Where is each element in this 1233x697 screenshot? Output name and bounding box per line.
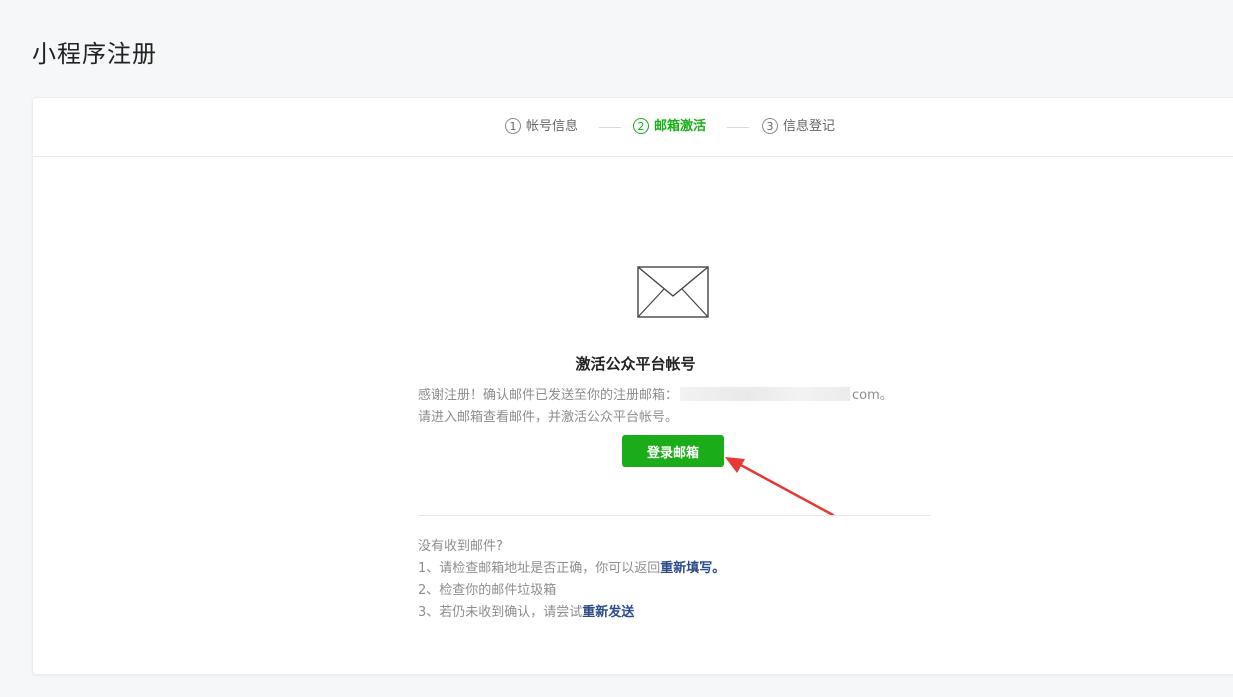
help-item-3-text: 3、若仍未收到确认，请尝试	[418, 605, 583, 620]
email-suffix: com。	[852, 388, 893, 403]
step-label: 邮箱激活	[654, 119, 707, 134]
refill-link[interactable]: 重新填写。	[660, 561, 725, 576]
help-item-1-text: 1、请检查邮箱地址是否正确，你可以返回	[418, 561, 661, 576]
page-title: 小程序注册	[32, 40, 157, 68]
login-mailbox-button[interactable]: 登录邮箱	[622, 435, 724, 467]
step-label: 帐号信息	[526, 119, 579, 134]
registration-card: 1 帐号信息 2 邮箱激活 3 信息登记 激活公众平台帐号 感谢注册！确认邮件已发送至…	[32, 97, 1233, 675]
step-info-registration: 3 信息登记	[762, 118, 835, 136]
envelope-icon	[637, 266, 709, 318]
email-sent-line: 感谢注册！确认邮件已发送至你的注册邮箱： com。	[418, 385, 958, 407]
step-label: 信息登记	[783, 119, 836, 134]
email-sent-text: 感谢注册！确认邮件已发送至你的注册邮箱：	[418, 388, 679, 403]
resend-link[interactable]: 重新发送	[582, 605, 634, 620]
step-progress: 1 帐号信息 2 邮箱激活 3 信息登记	[33, 98, 1233, 157]
step-account-info: 1 帐号信息	[505, 118, 578, 136]
help-title: 没有收到邮件?	[418, 539, 503, 554]
activation-description: 感谢注册！确认邮件已发送至你的注册邮箱： com。 请进入邮箱查看邮件，并激活公众…	[418, 385, 958, 429]
help-item-3: 3、若仍未收到确认，请尝试重新发送	[418, 602, 725, 624]
step-number: 2	[633, 118, 649, 134]
step-connector	[727, 127, 749, 128]
activation-instruction: 请进入邮箱查看邮件，并激活公众平台帐号。	[418, 410, 679, 425]
activation-headline: 激活公众平台帐号	[575, 355, 696, 373]
step-number: 1	[505, 118, 521, 134]
section-divider	[418, 515, 930, 516]
help-section: 没有收到邮件? 1、请检查邮箱地址是否正确，你可以返回重新填写。 2、检查你的邮…	[418, 536, 725, 624]
step-number: 3	[762, 118, 778, 134]
step-connector	[599, 127, 621, 128]
step-email-activation: 2 邮箱激活	[633, 118, 706, 136]
help-item-1: 1、请检查邮箱地址是否正确，你可以返回重新填写。	[418, 558, 725, 580]
masked-email	[680, 387, 851, 401]
annotation-arrow-icon	[725, 457, 835, 517]
help-item-2: 2、检查你的邮件垃圾箱	[418, 583, 557, 598]
